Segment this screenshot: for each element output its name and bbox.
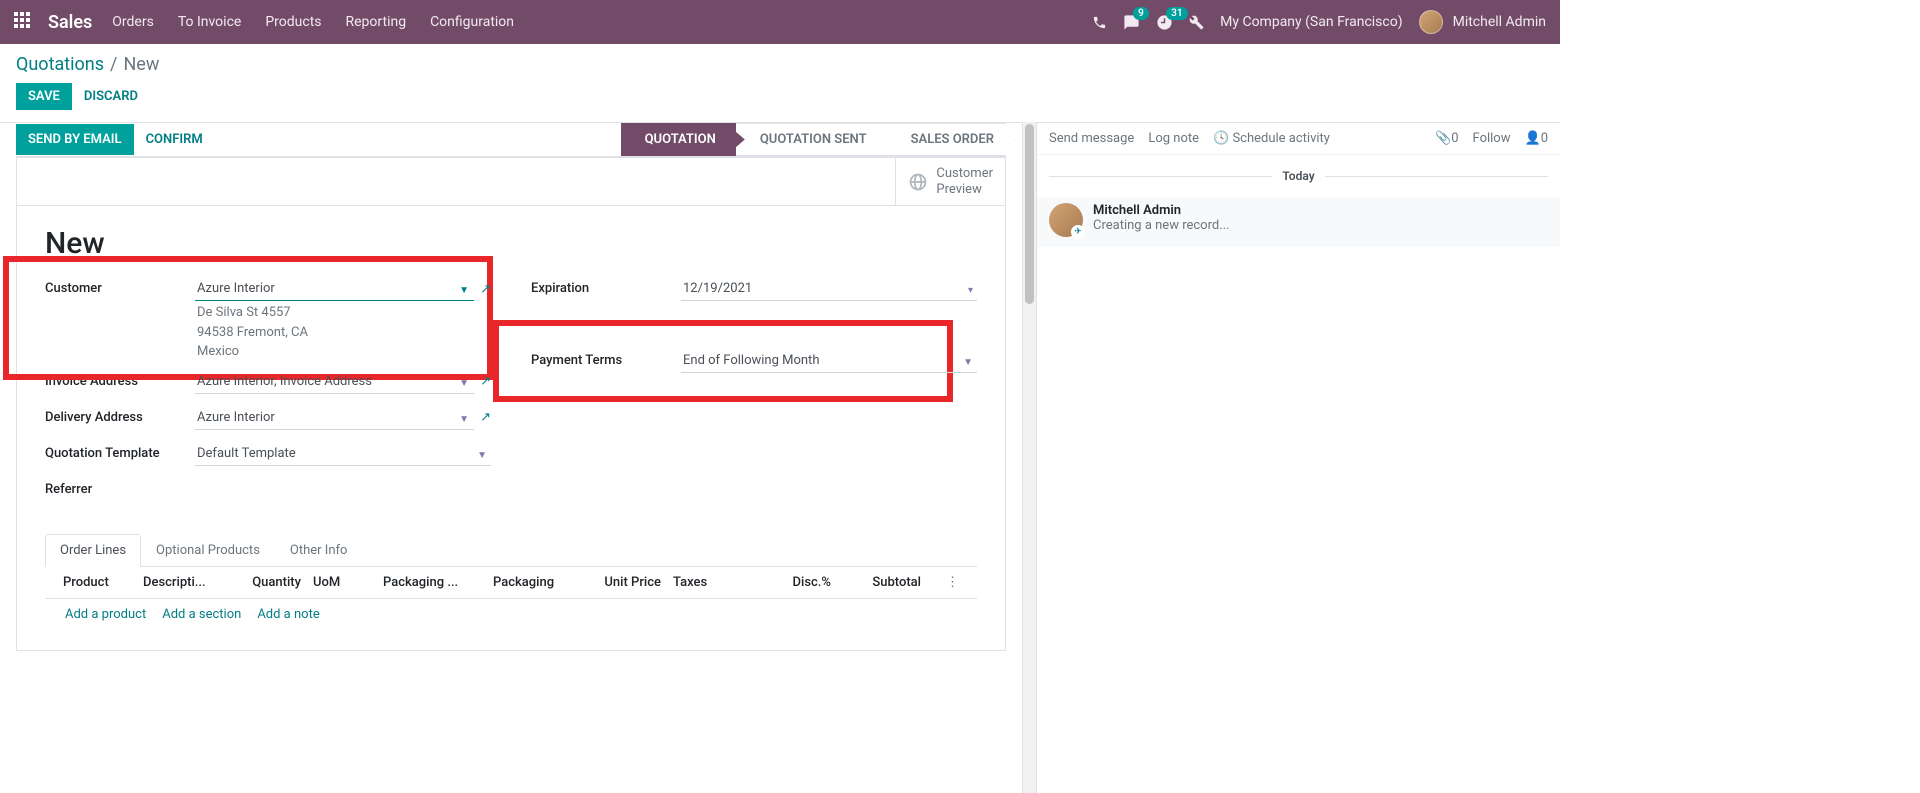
label-referrer: Referrer	[45, 478, 195, 497]
quotation-template-input[interactable]	[195, 442, 491, 466]
form-sheet: CustomerPreview New Customer ▼	[16, 157, 1006, 651]
avatar	[1049, 203, 1083, 237]
label-quotation-template: Quotation Template	[45, 442, 195, 461]
chat-icon[interactable]: 9	[1123, 14, 1140, 31]
label-payment-terms: Payment Terms	[531, 349, 681, 368]
message-body: Creating a new record...	[1093, 218, 1230, 233]
topbar-right: 9 31 My Company (San Francisco) Mitchell…	[1092, 10, 1546, 34]
add-section-link[interactable]: Add a section	[162, 607, 241, 622]
row-referrer: Referrer	[45, 478, 491, 506]
chatter: Send message Log note 🕓 Schedule activit…	[1036, 122, 1560, 793]
user-menu[interactable]: Mitchell Admin	[1419, 10, 1546, 34]
kebab-icon[interactable]: ⋮	[940, 575, 965, 590]
nav-orders[interactable]: Orders	[112, 14, 154, 30]
stage-quotation-sent[interactable]: QUOTATION SENT	[736, 123, 887, 156]
today-separator: Today	[1049, 169, 1548, 183]
user-name: Mitchell Admin	[1453, 14, 1546, 30]
expiration-input[interactable]	[681, 277, 977, 301]
external-link-icon[interactable]: ↗	[480, 410, 491, 425]
customer-address: De Silva St 4557 94538 Fremont, CA Mexic…	[195, 303, 491, 362]
phone-icon[interactable]	[1092, 15, 1107, 30]
page-title: New	[45, 226, 977, 261]
nav-menu: Orders To Invoice Products Reporting Con…	[112, 14, 514, 30]
nav-to-invoice[interactable]: To Invoice	[178, 14, 242, 30]
payment-terms-input[interactable]	[681, 349, 977, 373]
add-note-link[interactable]: Add a note	[257, 607, 319, 622]
label-expiration: Expiration	[531, 277, 681, 296]
nav-configuration[interactable]: Configuration	[430, 14, 514, 30]
paperclip-icon: 📎	[1435, 131, 1451, 146]
apps-icon[interactable]	[14, 12, 34, 32]
discard-button[interactable]: DISCARD	[84, 83, 138, 110]
row-quotation-template: Quotation Template ▼	[45, 442, 491, 470]
user-icon: 👤	[1525, 131, 1541, 146]
label-delivery-address: Delivery Address	[45, 406, 195, 425]
order-lines-header: Product Descripti... Quantity UoM Packag…	[45, 567, 977, 599]
customer-preview-button[interactable]: CustomerPreview	[895, 158, 1005, 205]
log-note-link[interactable]: Log note	[1148, 131, 1199, 146]
topbar: Sales Orders To Invoice Products Reporti…	[0, 0, 1560, 44]
referrer-input[interactable]	[195, 478, 491, 501]
app-title[interactable]: Sales	[48, 12, 92, 33]
send-email-button[interactable]: SEND BY EMAIL	[16, 124, 134, 155]
customer-preview-label: CustomerPreview	[936, 166, 993, 197]
row-delivery-address: Delivery Address ▼ ↗	[45, 406, 491, 434]
breadcrumb: Quotations / New	[0, 44, 1560, 75]
add-product-link[interactable]: Add a product	[65, 607, 146, 622]
delivery-address-input[interactable]	[195, 406, 474, 430]
attachments-button[interactable]: 📎0	[1435, 131, 1459, 146]
globe-icon	[908, 172, 928, 192]
notebook-tabs: Order Lines Optional Products Other Info	[45, 534, 977, 567]
row-expiration: Expiration ▾	[531, 277, 977, 305]
clock-badge: 31	[1166, 7, 1187, 20]
message-author: Mitchell Admin	[1093, 203, 1230, 218]
stage-quotation[interactable]: QUOTATION	[621, 123, 736, 156]
clock-icon: 🕓	[1213, 131, 1229, 146]
action-bar: SAVE DISCARD	[0, 75, 1560, 122]
avatar	[1419, 10, 1443, 34]
order-lines-actions: Add a product Add a section Add a note	[45, 599, 977, 630]
send-message-link[interactable]: Send message	[1049, 131, 1134, 146]
confirm-button[interactable]: CONFIRM	[134, 124, 215, 155]
chat-badge: 9	[1133, 7, 1149, 20]
company-selector[interactable]: My Company (San Francisco)	[1220, 14, 1402, 30]
row-customer: Customer ▼ ↗ De Silva St 4557 94538 Frem…	[45, 277, 491, 362]
scrollbar[interactable]	[1022, 122, 1036, 793]
follow-button[interactable]: Follow	[1473, 131, 1511, 146]
breadcrumb-sep: /	[110, 54, 117, 75]
save-button[interactable]: SAVE	[16, 83, 72, 110]
label-customer: Customer	[45, 277, 195, 296]
schedule-activity-link[interactable]: 🕓 Schedule activity	[1213, 131, 1330, 146]
row-invoice-address: Invoice Address ▼ ↗	[45, 370, 491, 398]
invoice-address-input[interactable]	[195, 370, 474, 394]
statusbar: SEND BY EMAIL CONFIRM QUOTATION QUOTATIO…	[16, 123, 1006, 157]
customer-input[interactable]	[195, 277, 474, 301]
row-payment-terms: Payment Terms ▼	[531, 349, 977, 377]
clock-icon[interactable]: 31	[1156, 14, 1173, 31]
followers-button[interactable]: 👤0	[1525, 131, 1549, 146]
breadcrumb-root[interactable]: Quotations	[16, 54, 104, 75]
tools-icon[interactable]	[1189, 15, 1204, 30]
nav-reporting[interactable]: Reporting	[346, 14, 407, 30]
stage-sales-order[interactable]: SALES ORDER	[887, 123, 1006, 156]
tab-other-info[interactable]: Other Info	[275, 534, 363, 567]
label-invoice-address: Invoice Address	[45, 370, 195, 389]
tab-optional-products[interactable]: Optional Products	[141, 534, 275, 567]
external-link-icon[interactable]: ↗	[480, 374, 491, 389]
breadcrumb-current: New	[123, 54, 159, 75]
nav-products[interactable]: Products	[265, 14, 321, 30]
chatter-message: Mitchell Admin Creating a new record...	[1037, 197, 1560, 247]
external-link-icon[interactable]: ↗	[480, 282, 491, 297]
form-view: SEND BY EMAIL CONFIRM QUOTATION QUOTATIO…	[0, 122, 1022, 793]
tab-order-lines[interactable]: Order Lines	[45, 534, 141, 567]
